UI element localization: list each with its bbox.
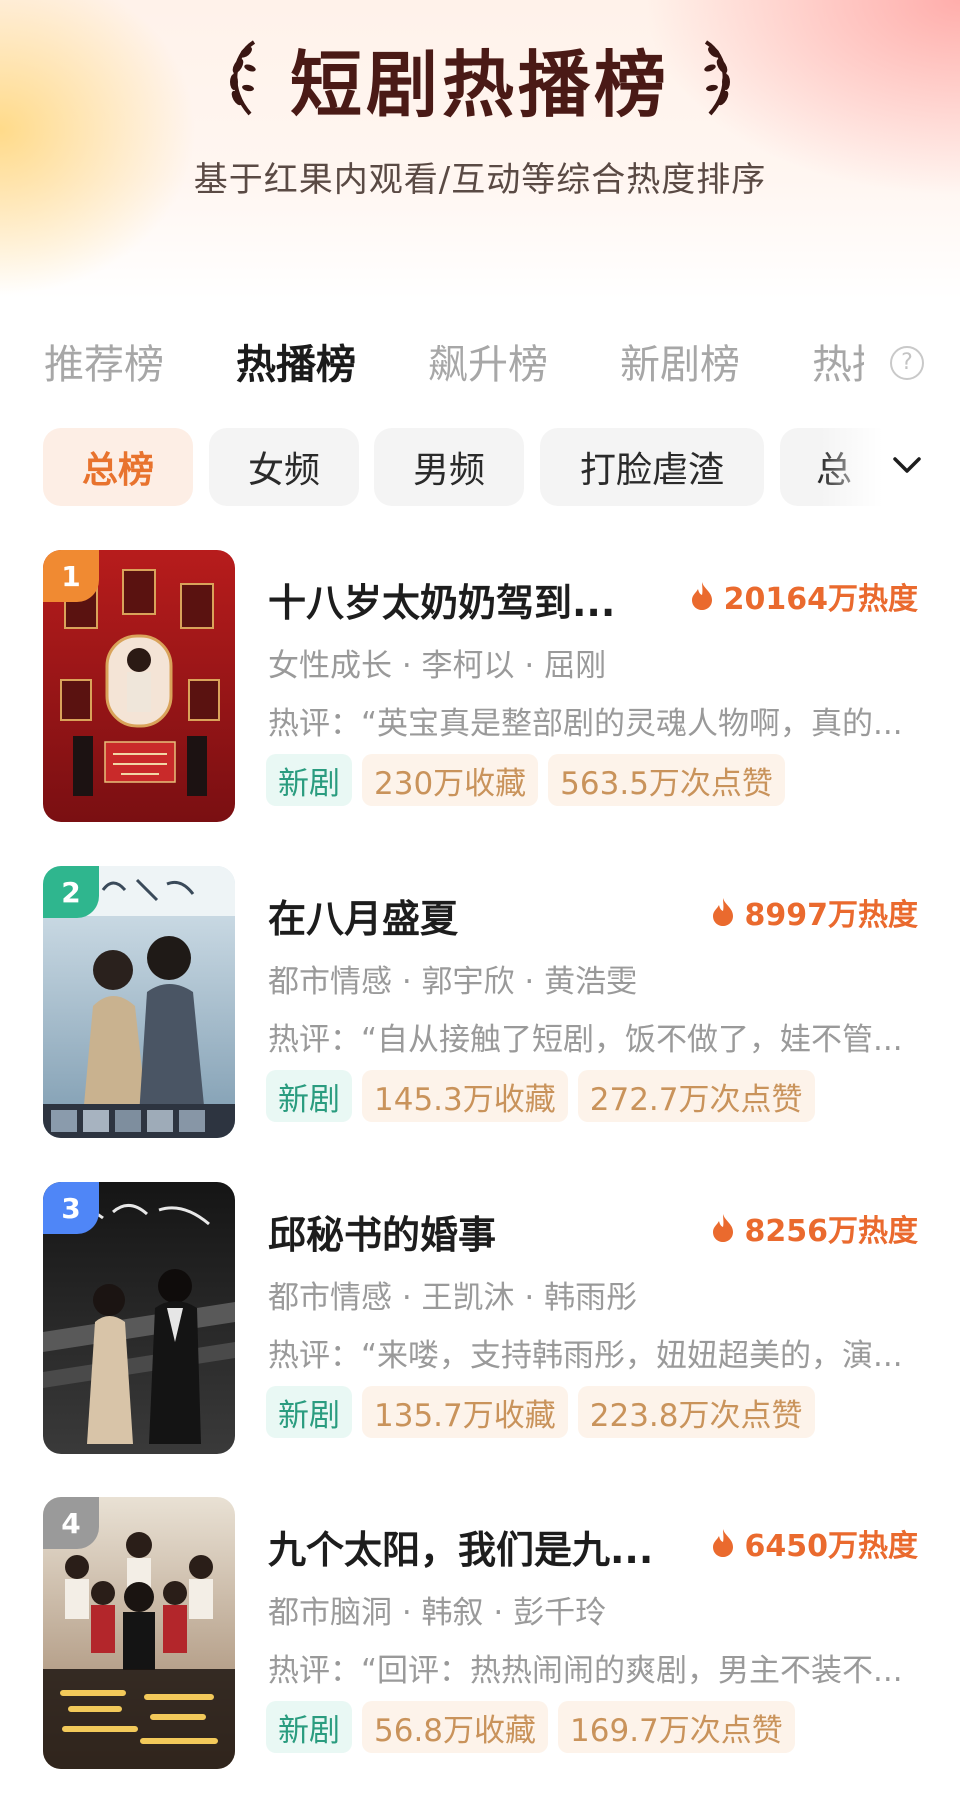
list-item[interactable]: 3 邱秘书的婚事 8256万热度 都市情感 · 王凯沐 · 韩雨彤 热评：“来喽… — [0, 1182, 960, 1462]
page-subtitle: 基于红果内观看/互动等综合热度排序 — [193, 160, 767, 200]
heat-score: 8256万热度 — [711, 1206, 919, 1250]
flame-icon — [712, 1214, 733, 1242]
tab-new[interactable]: 新剧榜 — [620, 335, 740, 395]
tag-row: 新剧 230万收藏 563.5万次点赞 — [266, 754, 785, 806]
favorites-count: 56.8万收藏 — [362, 1701, 549, 1753]
category-filters: 总榜 女频 男频 打脸虐渣 总 — [0, 428, 960, 506]
rank-badge: 4 — [43, 1497, 99, 1549]
likes-count: 272.7万次点赞 — [577, 1070, 815, 1122]
new-badge: 新剧 — [266, 1070, 352, 1122]
drama-title[interactable]: 邱秘书的婚事 — [268, 1204, 496, 1259]
laurel-left-icon — [229, 40, 256, 116]
drama-meta: 女性成长 · 李柯以 · 屈刚 — [268, 648, 607, 684]
rank-badge: 3 — [43, 1182, 99, 1234]
heat-score: 20164万热度 — [690, 574, 918, 618]
question-icon[interactable]: ? — [890, 346, 924, 380]
heat-score: 8997万热度 — [711, 890, 919, 934]
heat-value: 8256万热度 — [744, 1214, 919, 1249]
drama-meta: 都市情感 · 王凯沐 · 韩雨彤 — [268, 1280, 638, 1316]
flame-icon — [691, 582, 712, 610]
header-title-row: 短剧热播榜 — [0, 28, 960, 128]
tab-rising[interactable]: 飙升榜 — [428, 335, 548, 395]
heat-score: 6450万热度 — [711, 1521, 919, 1565]
rank-badge: 1 — [43, 550, 99, 602]
tab-more[interactable]: 热播 — [812, 335, 864, 395]
hot-review: 热评：“英宝真是整部剧的灵魂人物啊，真的... — [268, 706, 903, 742]
favorites-count: 135.7万收藏 — [362, 1386, 568, 1438]
filter-all[interactable]: 总榜 — [43, 428, 193, 506]
tag-row: 新剧 145.3万收藏 272.7万次点赞 — [266, 1070, 815, 1122]
rank-badge: 2 — [43, 866, 99, 918]
drama-title[interactable]: 十八岁太奶奶驾到... — [268, 572, 615, 627]
favorites-count: 230万收藏 — [362, 754, 539, 806]
favorites-count: 145.3万收藏 — [362, 1070, 568, 1122]
chevron-down-icon[interactable] — [890, 448, 924, 482]
heat-value: 20164万热度 — [723, 582, 918, 617]
flame-icon — [712, 898, 733, 926]
list-item[interactable]: 1 十八岁太奶奶驾到... 20164万热度 女性成长 · 李柯以 · 屈刚 热… — [0, 550, 960, 830]
likes-count: 169.7万次点赞 — [558, 1701, 795, 1753]
new-badge: 新剧 — [266, 754, 352, 806]
tag-row: 新剧 135.7万收藏 223.8万次点赞 — [266, 1386, 815, 1438]
poster-image[interactable]: 2 — [43, 866, 235, 1138]
ranking-tabs: 推荐榜 热播榜 飙升榜 新剧榜 热播 — [0, 335, 960, 395]
list-item[interactable]: 4 九个太阳，我们是九... 6450万热度 都市脑洞 · 韩叙 · 彭千玲 热… — [0, 1497, 960, 1777]
heat-value: 8997万热度 — [744, 898, 919, 933]
likes-count: 563.5万次点赞 — [548, 754, 785, 806]
hot-review: 热评：“来喽，支持韩雨彤，妞妞超美的，演... — [268, 1338, 903, 1374]
list-item[interactable]: 2 在八月盛夏 8997万热度 都市情感 · 郭宇欣 · 黄浩雯 热评：“自从接… — [0, 866, 960, 1146]
heat-value: 6450万热度 — [744, 1529, 919, 1564]
likes-count: 223.8万次点赞 — [577, 1386, 815, 1438]
hot-review: 热评：“回评：热热闹闹的爽剧，男主不装不... — [268, 1653, 903, 1689]
filter-male[interactable]: 男频 — [374, 428, 524, 506]
hot-review: 热评：“自从接触了短剧，饭不做了，娃不管... — [268, 1022, 903, 1058]
filter-female[interactable]: 女频 — [209, 428, 359, 506]
drama-title[interactable]: 在八月盛夏 — [268, 888, 458, 943]
laurel-right-icon — [704, 40, 730, 116]
page-title: 短剧热播榜 — [289, 42, 670, 127]
drama-meta: 都市脑洞 · 韩叙 · 彭千玲 — [268, 1595, 607, 1631]
drama-title[interactable]: 九个太阳，我们是九... — [268, 1519, 653, 1574]
tab-recommend[interactable]: 推荐榜 — [44, 335, 164, 395]
drama-meta: 都市情感 · 郭宇欣 · 黄浩雯 — [268, 964, 638, 1000]
new-badge: 新剧 — [266, 1386, 352, 1438]
new-badge: 新剧 — [266, 1701, 352, 1753]
filter-face-slap[interactable]: 打脸虐渣 — [540, 428, 764, 506]
poster-image[interactable]: 3 — [43, 1182, 235, 1454]
tag-row: 新剧 56.8万收藏 169.7万次点赞 — [266, 1701, 795, 1753]
poster-image[interactable]: 1 — [43, 550, 235, 822]
poster-image[interactable]: 4 — [43, 1497, 235, 1769]
tab-hot[interactable]: 热播榜 — [236, 335, 356, 395]
flame-icon — [712, 1529, 733, 1557]
